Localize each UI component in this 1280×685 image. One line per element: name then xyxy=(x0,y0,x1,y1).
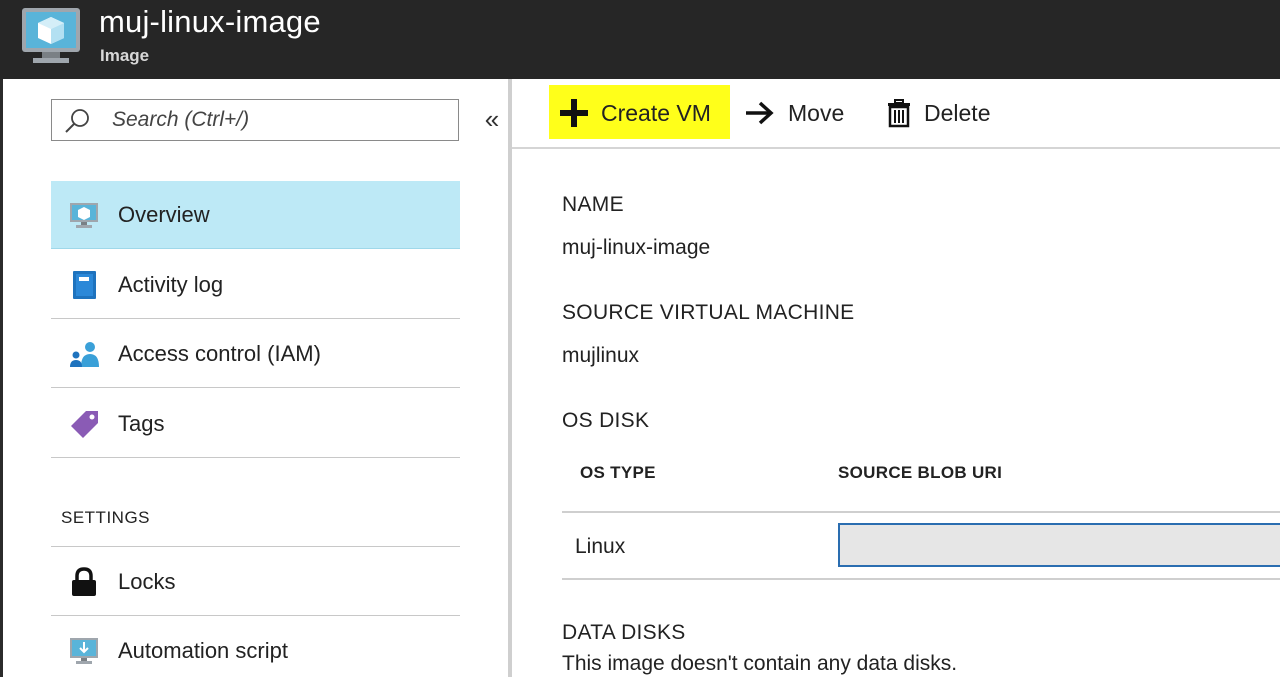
search-box[interactable] xyxy=(51,99,459,141)
download-monitor-icon xyxy=(70,638,98,664)
page-title: muj-linux-image xyxy=(99,4,321,39)
move-button[interactable]: Move xyxy=(744,85,864,139)
plus-icon xyxy=(560,99,588,127)
table-cell-os-type: Linux xyxy=(575,535,626,558)
search-icon xyxy=(65,109,89,133)
sidebar-splitter[interactable] xyxy=(508,79,512,677)
sidebar-item-automation-script[interactable]: Automation script xyxy=(51,617,460,685)
vm-image-icon xyxy=(22,8,80,63)
sidebar-item-label: Automation script xyxy=(118,638,288,663)
delete-button[interactable]: Delete xyxy=(884,85,1014,139)
os-disk-label: OS DISK xyxy=(562,409,650,432)
command-bar: Create VM Move Delete xyxy=(512,79,1280,149)
name-label: NAME xyxy=(562,193,624,216)
users-icon xyxy=(70,342,99,367)
column-header-source-blob-uri: SOURCE BLOB URI xyxy=(838,463,1003,482)
lock-icon xyxy=(72,567,96,596)
page-subtitle: Image xyxy=(100,46,150,65)
sidebar-item-label: Tags xyxy=(118,411,165,436)
settings-heading: SETTINGS xyxy=(61,508,151,527)
sidebar-item-overview[interactable]: Overview xyxy=(51,181,460,249)
sidebar-item-label: Activity log xyxy=(118,272,224,297)
column-header-os-type: OS TYPE xyxy=(580,463,656,482)
source-vm-label: SOURCE VIRTUAL MACHINE xyxy=(562,301,855,324)
sidebar-item-label: Overview xyxy=(118,202,210,227)
arrow-right-icon xyxy=(746,101,774,125)
tag-icon xyxy=(71,411,98,438)
blade-header: muj-linux-image Image xyxy=(0,0,1280,79)
sidebar-item-activity-log[interactable]: Activity log xyxy=(51,251,460,319)
search-input[interactable] xyxy=(112,106,442,134)
delete-label: Delete xyxy=(924,100,991,126)
create-vm-button[interactable]: Create VM xyxy=(549,85,730,139)
sidebar-item-locks[interactable]: Locks xyxy=(51,548,460,616)
sidebar-item-tags[interactable]: Tags xyxy=(51,390,460,458)
sidebar-item-access-control[interactable]: Access control (IAM) xyxy=(51,320,460,388)
data-disks-text: This image doesn't contain any data disk… xyxy=(562,652,958,675)
name-value: muj-linux-image xyxy=(562,236,711,259)
data-disks-label: DATA DISKS xyxy=(562,621,686,644)
book-icon xyxy=(73,271,96,299)
monitor-icon xyxy=(70,203,98,228)
create-vm-label: Create VM xyxy=(601,100,711,126)
collapse-sidebar-button[interactable]: « xyxy=(480,104,504,134)
sidebar-item-label: Locks xyxy=(118,569,176,594)
move-label: Move xyxy=(788,100,845,126)
divider xyxy=(51,546,460,547)
source-blob-uri-field[interactable] xyxy=(838,523,1280,567)
sidebar-item-label: Access control (IAM) xyxy=(118,341,321,366)
table-divider xyxy=(562,511,1280,513)
trash-icon xyxy=(888,99,910,128)
source-vm-value[interactable]: mujlinux xyxy=(562,344,639,368)
table-divider xyxy=(562,578,1280,580)
